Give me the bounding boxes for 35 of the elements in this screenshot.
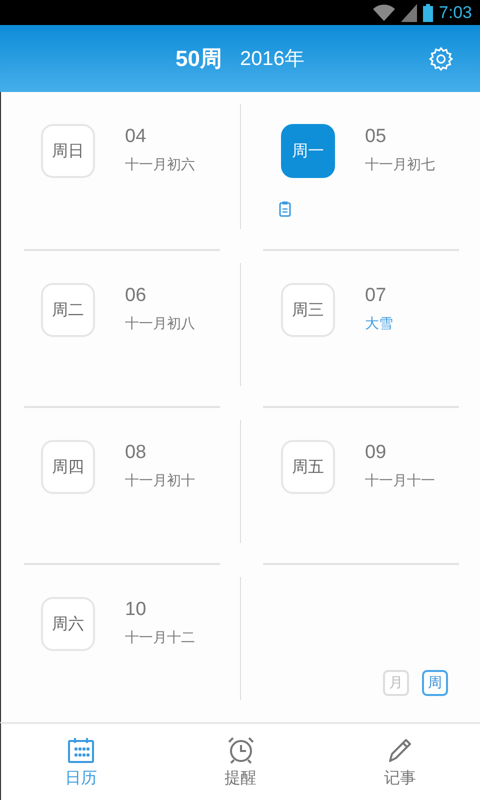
lunar-date: 十一月初七 [365,156,435,174]
date-number: 10 [125,599,146,621]
clipboard-icon[interactable] [279,201,291,217]
date-number: 04 [125,126,146,148]
weekday-badge[interactable]: 周四 [41,440,95,494]
lunar-date: 十一月初六 [125,156,195,174]
date-number: 07 [365,285,386,307]
date-number: 08 [125,442,146,464]
year-title: 2016年 [240,47,304,72]
date-number: 09 [365,442,386,464]
lunar-date: 十一月十二 [125,629,195,647]
lunar-date: 大雪 [365,315,393,333]
nav-tab[interactable]: 提醒 [160,724,320,800]
nav-tab[interactable]: 记事 [320,724,480,800]
lunar-date: 十一月初十 [125,472,195,490]
battery-icon [422,4,433,22]
weekday-badge[interactable]: 周一 [281,124,335,178]
settings-icon[interactable] [428,46,454,72]
weekday-badge[interactable]: 周日 [41,124,95,178]
date-number: 05 [365,126,386,148]
wifi-icon [372,4,395,22]
week-title: 50周 [176,44,222,72]
status-time: 7:03 [438,2,472,22]
view-toggle[interactable]: 周 [422,670,448,696]
signal-icon [400,4,417,22]
date-number: 06 [125,285,146,307]
lunar-date: 十一月十一 [365,472,435,490]
calendar-icon [66,736,95,764]
weekday-badge[interactable]: 周五 [281,440,335,494]
weekday-badge[interactable]: 周六 [41,597,95,651]
lunar-date: 十一月初八 [125,315,195,333]
weekday-badge[interactable]: 周二 [41,283,95,337]
nav-tab[interactable]: 日历 [1,724,161,800]
alarm-clock-icon [226,736,256,764]
weekday-badge[interactable]: 周三 [281,283,335,337]
